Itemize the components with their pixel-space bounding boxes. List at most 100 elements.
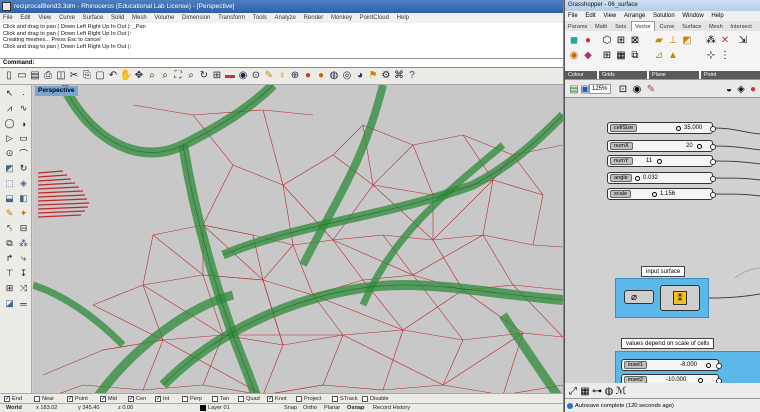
slider-cellsize[interactable]: cellSize 35.000 (607, 122, 716, 134)
menu-curve[interactable]: Curve (56, 13, 78, 23)
record-history-toggle[interactable]: Record History (373, 404, 410, 412)
polyline-icon[interactable]: ⩘ (3, 102, 16, 115)
properties-icon[interactable]: ◫ (55, 70, 67, 82)
surface-icon[interactable]: ◩ (3, 162, 16, 175)
command-history[interactable]: Click and drag to pan ( Down Left Right … (0, 23, 563, 59)
menu-solid[interactable]: Solid (108, 13, 127, 23)
ribbon-group-grids[interactable]: Grids (599, 71, 647, 79)
copy-object-icon[interactable]: ⤷ (17, 252, 30, 265)
undo-icon[interactable]: ↶ (107, 70, 119, 82)
input-surface-label[interactable]: input surface (641, 266, 686, 277)
snap-toggle[interactable]: Snap (284, 404, 297, 412)
pan-icon[interactable]: ✋ (120, 70, 132, 82)
menu-help[interactable]: Help (394, 13, 412, 23)
ribbon-group-colour[interactable]: Colour (565, 71, 597, 79)
gh-menu-edit[interactable]: Edit (582, 11, 598, 21)
menu-tools[interactable]: Tools (250, 13, 270, 23)
zoom-dropdown-icon[interactable]: ⊡ (617, 83, 629, 95)
globe-icon[interactable]: ◕ (354, 70, 366, 82)
cplane-label[interactable]: World (6, 404, 22, 412)
slider-grip-icon[interactable] (657, 159, 662, 164)
osnap-cen[interactable]: Cen (128, 395, 146, 403)
xy-plane-icon[interactable]: ▰ (653, 34, 665, 46)
slider-grip-icon[interactable] (676, 126, 681, 131)
settings-gear-icon[interactable]: ⚙ (380, 70, 392, 82)
rectangle-icon[interactable]: ▭ (17, 132, 30, 145)
viewport-title[interactable]: Perspective (35, 86, 78, 96)
rotate-icon[interactable]: ↻ (198, 70, 210, 82)
arc-icon[interactable]: ◑ (17, 117, 30, 130)
paste-icon[interactable]: ▢ (94, 70, 106, 82)
colour-wheel-icon[interactable]: ● (582, 34, 594, 46)
ortho-toggle[interactable]: Ortho (303, 404, 317, 412)
menu-edit[interactable]: Edit (17, 13, 33, 23)
paint-icon[interactable]: ✎ (645, 83, 657, 95)
output-port-icon[interactable] (716, 363, 722, 369)
polygon-icon[interactable]: ▷ (3, 132, 16, 145)
zoom-icon[interactable]: ⌕ (146, 70, 158, 82)
gh-menu-help[interactable]: Help (708, 11, 726, 21)
osnap-project[interactable]: Project (296, 395, 321, 403)
ellipse-icon[interactable]: ⊙ (3, 147, 16, 160)
preview-eye-icon[interactable]: ◉ (631, 83, 643, 95)
output-port-icon[interactable] (710, 159, 716, 165)
sunglasses-icon[interactable]: ⊶ (591, 385, 603, 397)
mesh-icon[interactable]: ◈ (17, 177, 30, 190)
plane-3pt-icon[interactable]: ▲ (667, 49, 679, 61)
gh-menu-window[interactable]: Window (679, 11, 706, 21)
menu-file[interactable]: File (0, 13, 16, 23)
slider-grip-icon[interactable] (706, 363, 711, 368)
join-icon[interactable]: ⧉ (3, 237, 16, 250)
slider-grip-icon[interactable] (635, 176, 640, 181)
osnap-near[interactable]: Near (34, 395, 54, 403)
analyze-icon[interactable]: ⊞ (3, 282, 16, 295)
menu-render[interactable]: Render (301, 13, 327, 23)
recompute-icon[interactable]: ℳ (615, 385, 627, 397)
triangular-grid-icon[interactable]: ▦ (615, 49, 627, 61)
surface-param[interactable]: ⌀ (624, 290, 654, 304)
output-port-icon[interactable] (710, 176, 716, 182)
osnap-disable[interactable]: Disable (362, 395, 389, 403)
extrude-icon[interactable]: ◧ (17, 192, 30, 205)
rendered-sphere-icon[interactable]: ● (315, 70, 327, 82)
boolean-icon[interactable]: ⬓ (3, 192, 16, 205)
point-xyz-icon[interactable]: ⁂ (705, 34, 717, 46)
array-icon[interactable]: ⊤ (3, 267, 16, 280)
slider-numx[interactable]: numX 20 (607, 140, 716, 152)
gh-menu-arrange[interactable]: Arrange (621, 11, 648, 21)
help-icon[interactable]: ? (406, 70, 418, 82)
preview-mode-icon[interactable]: ◒ (723, 83, 735, 95)
select-arrow-icon[interactable]: ↖ (3, 87, 16, 100)
zoom-selected-icon[interactable]: ⌕ (185, 70, 197, 82)
slider-grip-icon[interactable] (697, 144, 702, 149)
colour-split-icon[interactable]: ◆ (582, 49, 594, 61)
gh-menu-file[interactable]: File (565, 11, 581, 21)
new-file-icon[interactable]: ▯ (3, 70, 15, 82)
cluster-component[interactable]: ⁑ (660, 285, 700, 311)
light-icon[interactable]: ✦ (17, 207, 30, 220)
zoom-level[interactable]: 125% (589, 84, 611, 94)
ribbon-group-plane[interactable]: Plane (649, 71, 699, 79)
plane-normal-icon[interactable]: ⊿ (653, 49, 665, 61)
slider-angle[interactable]: angle 0.032 (607, 172, 716, 184)
display-icon[interactable]: ◪ (3, 297, 16, 310)
shaded-preview-icon[interactable]: ◈ (735, 83, 747, 95)
grasshopper-icon[interactable]: ⌘ (393, 70, 405, 82)
osnap-strack[interactable]: STrack (332, 395, 358, 403)
populate-icon[interactable]: ⊠ (629, 34, 641, 46)
vector-icon[interactable]: ⇲ (737, 34, 749, 46)
zoom-extents-icon[interactable]: ⤢ (567, 385, 579, 397)
values-group-label[interactable]: values depend on scale of cells (621, 338, 715, 349)
display-mode-icon[interactable]: ◍ (328, 70, 340, 82)
menu-surface[interactable]: Surface (80, 13, 107, 23)
ruler-icon[interactable]: ═ (17, 297, 30, 310)
gh-menu-view[interactable]: View (600, 11, 619, 21)
curve-icon[interactable]: ∿ (17, 102, 30, 115)
menu-analyze[interactable]: Analyze (272, 13, 299, 23)
grasshopper-canvas[interactable]: cellSize 35.000 numX 20 numY 11 angle 0.… (565, 98, 760, 398)
circle-icon[interactable]: ◯ (3, 117, 16, 130)
input-surface-group[interactable]: ⌀ ⁑ (615, 278, 709, 318)
menu-volume[interactable]: Volume (151, 13, 177, 23)
point-icon[interactable]: · (17, 87, 30, 100)
closest-point-icon[interactable]: ✕ (719, 34, 731, 46)
